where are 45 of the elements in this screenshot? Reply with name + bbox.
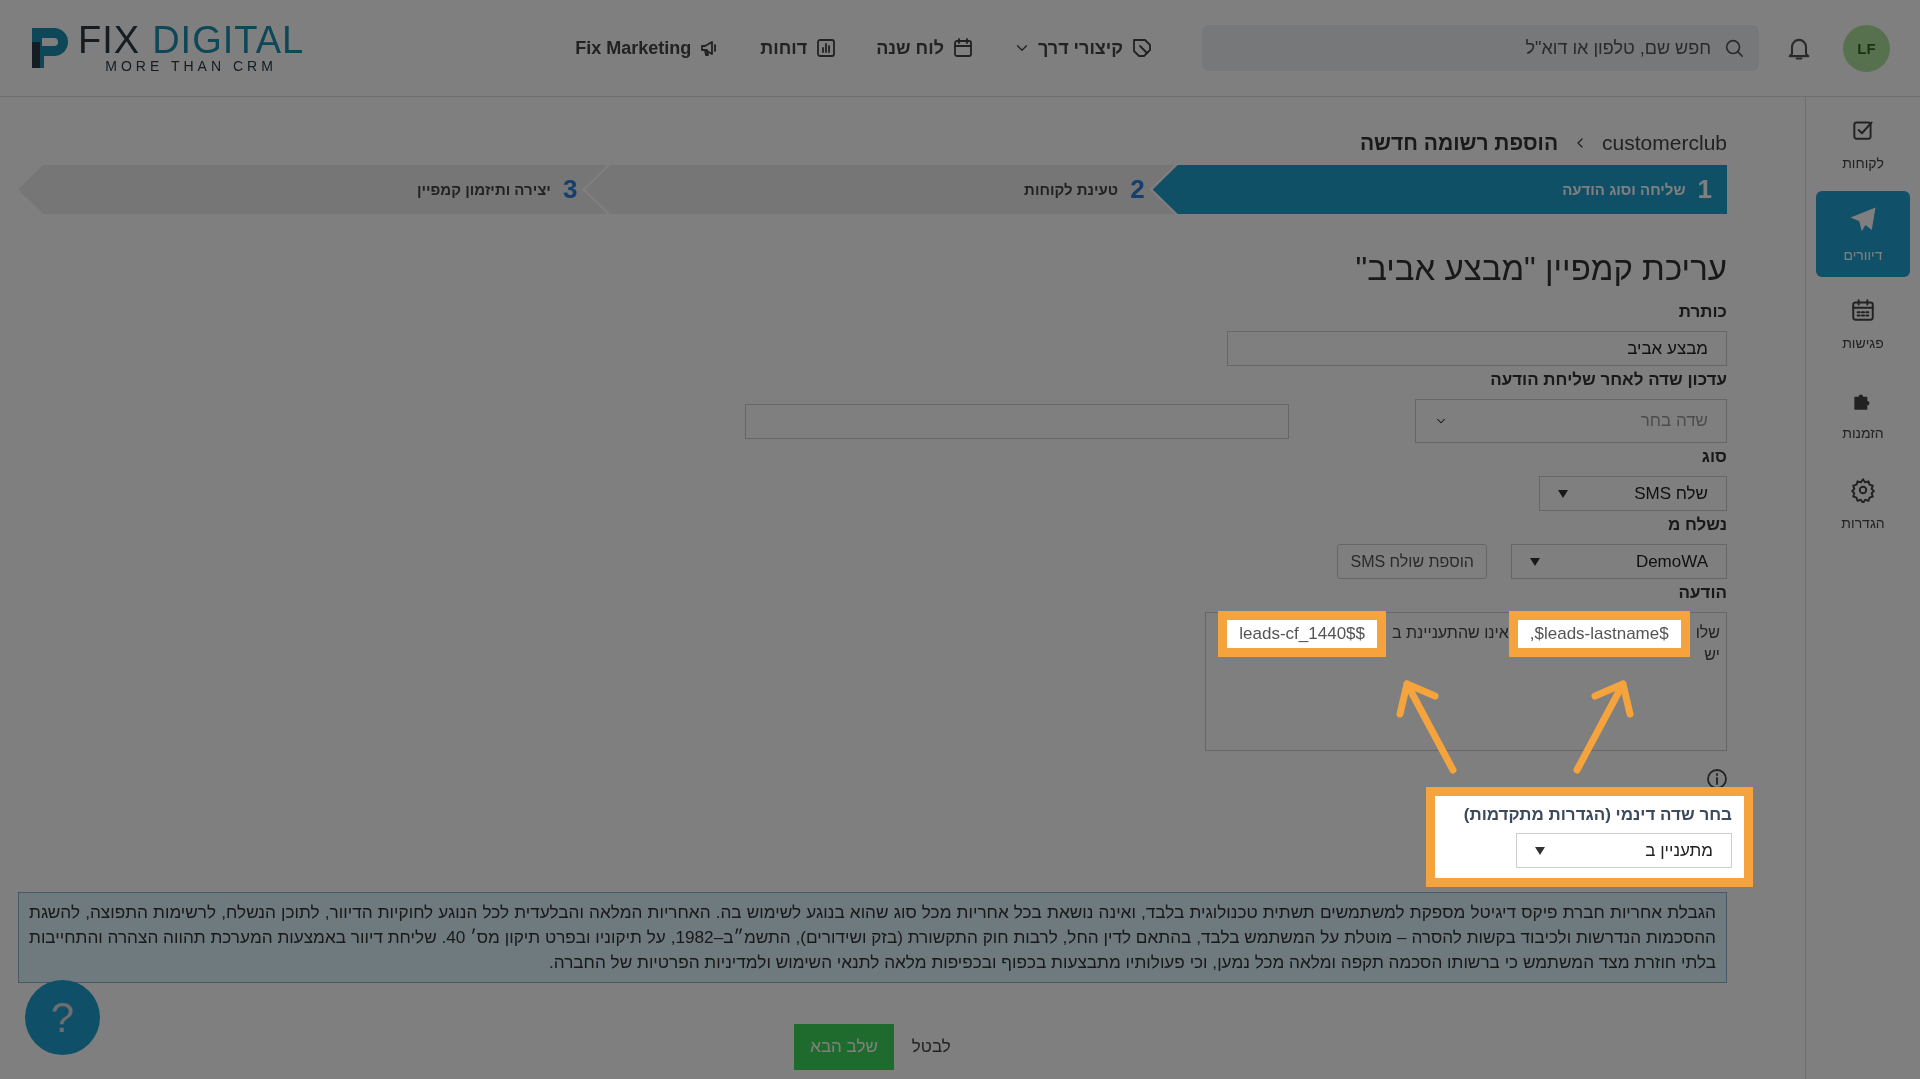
sidebar-item[interactable]: לקוחות (1816, 101, 1910, 187)
logo-text: DIGITAL (152, 22, 305, 58)
field-label: נשלח מ (1666, 514, 1727, 536)
caret-icon (1530, 557, 1540, 566)
message-text: יש (1704, 645, 1720, 665)
input-field[interactable] (745, 403, 1289, 439)
nav-link[interactable]: קיצורי דרך (1012, 36, 1154, 60)
breadcrumb-item: הוספת רשומה חדשה (1359, 131, 1559, 155)
add-sender-button[interactable]: הוספת שולח SMS (1337, 544, 1487, 579)
logo-icon (30, 26, 70, 70)
search-field[interactable]: חפש שם, טלפון או דוא"ל (1202, 25, 1759, 71)
field-label: כותרת (1677, 301, 1727, 323)
info-icon (1707, 769, 1727, 789)
select-field[interactable]: שלח SMS (1539, 476, 1727, 511)
highlighted-placeholder: ,$leads-lastname$ (1508, 611, 1690, 657)
nav-link[interactable]: דוחות (760, 36, 839, 60)
field-label: בחר שדה דינמי (הגדרות מתקדמות) (1462, 805, 1732, 825)
nav-link[interactable]: לוח שנה (876, 36, 975, 60)
nav-link[interactable]: Fix Marketing (575, 36, 723, 60)
sidebar-item[interactable]: פגישות (1816, 281, 1910, 367)
message-text: אינו שהתעניינת ב (1392, 623, 1509, 643)
logo-tagline: MORE THAN CRM (105, 58, 277, 74)
highlighted-placeholder: leads-cf_1440$$ (1218, 611, 1387, 657)
field-label: הודעה (1677, 582, 1727, 604)
avatar[interactable]: LF (1843, 24, 1890, 72)
select-field[interactable]: מתעניין ב (1516, 833, 1732, 868)
caret-icon (1535, 846, 1545, 855)
field-label: סוג (1700, 446, 1727, 468)
input-field[interactable]: מבצע אביב (1227, 331, 1727, 366)
select-field[interactable]: DemoWA (1511, 544, 1727, 579)
breadcrumb-item[interactable]: customerclub (1602, 131, 1727, 155)
sidebar-item[interactable]: הגדרות (1816, 461, 1910, 547)
caret-icon (1558, 489, 1568, 498)
logo-text: FIX (78, 22, 141, 58)
field-label: עדכון שדה לאחר שליחת הודעה (1489, 369, 1727, 391)
page-title: עריכת קמפיין "מבצע אביב" (1354, 249, 1727, 289)
message-text: שלו (1695, 623, 1720, 643)
gear-icon (1850, 477, 1876, 503)
sidebar-item[interactable]: הזמנות (1816, 371, 1910, 457)
tag-icon (1130, 36, 1154, 60)
calendar-icon (1850, 297, 1876, 323)
disclaimer-text: הגבלת אחריות חברת פיקס דיגיטל מספקת למשתמשים תשתית טכנולוגית בלבד, ואינה נושאת בכל אחריות מכל סוג שהוא בנוגע לשימוש בה. האחריות המלאה והבלעדית לכל הנוגע לחוקיות הדיוור, לתוכן הנשלח, לרשימות התפוצה, להשגת ההסכמות הנדרשות ולכיבוד בקשות להסרה – מוטלת על המשתמש בלבד, בהתאם לדין החל, לרבות חוק התקשורת (בזק ושידורים), התשמ״ב–1982, על תיקוניו ובפרט תיקון מס׳ 40. שליחת דיוור באמצעות המערכת תהווה הצהרה והתחייבות בלתי חוזרת מצד המשתמש כי ברשותו הסכמה תקפה ומלאה מכל נמען, וכי פעולותיו מתבצעות בכפוף ובכפיפות מלאה לתנאי השימוש ולמדיניות הפרטיות של החברה. (18, 892, 1727, 983)
cancel-link[interactable]: לבטל (911, 1037, 951, 1058)
sidebar-item[interactable]: דיוורים (1816, 191, 1910, 277)
search-icon (1723, 37, 1745, 59)
